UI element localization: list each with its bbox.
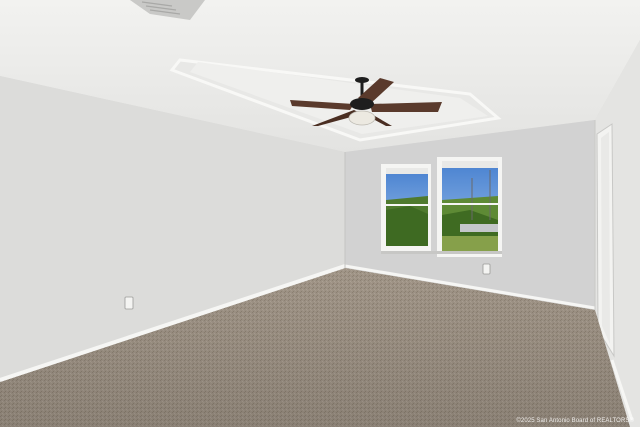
doorway-shadow (601, 132, 610, 344)
room-illustration (0, 0, 640, 427)
outlet-back-wall (482, 263, 491, 275)
window-right (437, 157, 502, 257)
window-sill (381, 251, 502, 254)
room-photo: ©2025 San Antonio Board of REALTORS® (0, 0, 640, 427)
outlet-left-wall (124, 296, 134, 310)
window-left (381, 164, 431, 252)
listing-watermark: ©2025 San Antonio Board of REALTORS® (516, 418, 634, 424)
